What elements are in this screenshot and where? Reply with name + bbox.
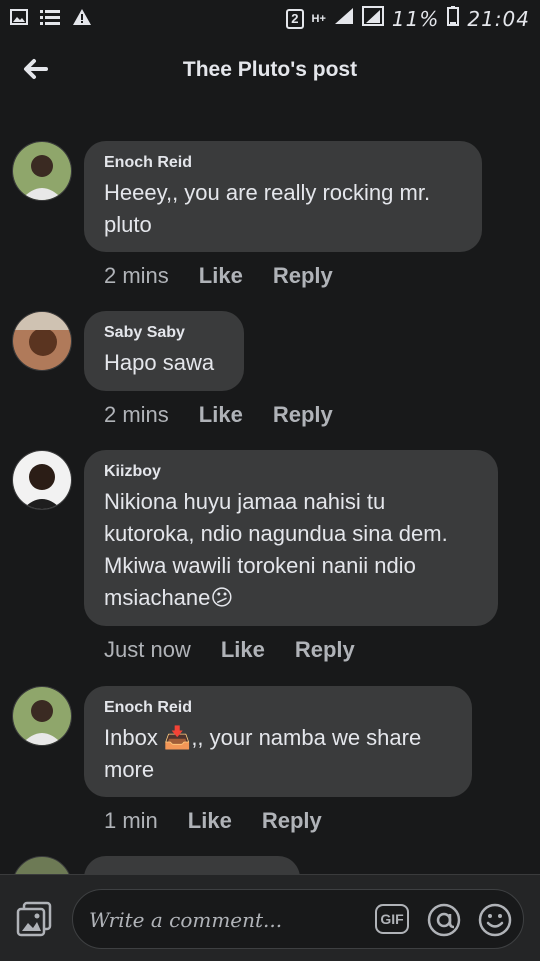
comment-time: 2 mins <box>104 402 169 427</box>
reply-button[interactable]: Reply <box>295 637 355 663</box>
warning-icon <box>72 8 92 31</box>
comment-actions: Just now Like Reply <box>104 637 355 663</box>
comment-input[interactable] <box>87 902 361 938</box>
comment-actions: 2 mins Like Reply <box>104 263 333 289</box>
image-notification-icon <box>10 9 28 30</box>
smiley-icon[interactable] <box>477 902 513 938</box>
avatar[interactable] <box>12 686 72 746</box>
comment-text: Inbox 📥,, your namba we share more <box>104 725 422 782</box>
comment-composer: GIF <box>0 874 540 961</box>
status-bar: 2 H+ 11% 21:04 <box>0 0 540 36</box>
page-title: Thee Pluto's post <box>182 58 358 81</box>
comment-bubble[interactable]: Saby Saby Hapo sawa <box>84 311 244 391</box>
like-button[interactable]: Like <box>199 402 243 428</box>
like-button[interactable]: Like <box>221 637 265 663</box>
like-button[interactable]: Like <box>199 263 243 289</box>
sim-slot-badge: 2 <box>286 9 304 29</box>
comment-bubble[interactable] <box>84 856 300 874</box>
avatar[interactable] <box>12 141 72 201</box>
like-button[interactable]: Like <box>188 808 232 834</box>
comment-bubble[interactable]: Enoch Reid Heeey,, you are really rockin… <box>84 141 482 252</box>
comment-actions: 1 min Like Reply <box>104 808 322 834</box>
reply-button[interactable]: Reply <box>262 808 322 834</box>
comment-author[interactable]: Enoch Reid <box>104 153 462 173</box>
photo-icon[interactable] <box>16 901 52 937</box>
comment-time: 2 mins <box>104 263 169 288</box>
comment-bubble[interactable]: Kiizboy Nikiona huyu jamaa nahisi tu kut… <box>84 450 498 626</box>
comment-author[interactable]: Enoch Reid <box>104 698 452 718</box>
comment-author[interactable]: Kiizboy <box>104 462 478 482</box>
avatar[interactable] <box>12 450 72 510</box>
comment-time: 1 min <box>104 808 158 833</box>
list-notification-icon <box>40 9 60 30</box>
reply-button[interactable]: Reply <box>273 402 333 428</box>
comment-actions: 2 mins Like Reply <box>104 402 333 428</box>
network-type: H+ <box>311 13 326 25</box>
avatar[interactable] <box>12 311 72 371</box>
battery-icon <box>447 6 460 32</box>
at-sign-icon[interactable] <box>426 902 462 938</box>
comment-bubble[interactable]: Enoch Reid Inbox 📥,, your namba we share… <box>84 686 472 797</box>
comment-time: Just now <box>104 637 191 662</box>
comment-author[interactable]: Saby Saby <box>104 323 224 343</box>
header: Thee Pluto's post <box>0 36 540 108</box>
signal-box-icon <box>361 6 384 32</box>
comment-input-box[interactable]: GIF <box>72 889 524 949</box>
comment-partial <box>12 856 532 874</box>
comment-text: Nikiona huyu jamaa nahisi tu kutoroka, n… <box>104 489 448 610</box>
comment-text: Heeey,, you are really rocking mr. pluto <box>104 180 431 237</box>
reply-button[interactable]: Reply <box>273 263 333 289</box>
comment-text: Hapo sawa <box>104 350 215 375</box>
gif-icon[interactable]: GIF <box>375 904 409 934</box>
clock: 21:04 <box>467 7 530 31</box>
avatar[interactable] <box>12 856 72 874</box>
signal-icon <box>334 7 354 31</box>
battery-percentage: 11% <box>391 7 440 31</box>
